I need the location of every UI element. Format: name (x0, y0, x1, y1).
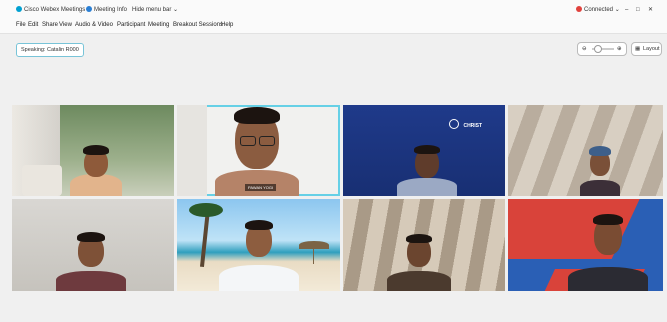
speaking-indicator: Speaking: Catalin R000 (16, 43, 84, 57)
menu-share[interactable]: Share (42, 22, 58, 28)
umbrella-pole (313, 248, 314, 264)
participant (207, 105, 307, 196)
menu-participant[interactable]: Participant (117, 22, 145, 28)
umbrella (299, 241, 329, 249)
video-tile[interactable] (12, 199, 174, 291)
video-tile[interactable] (508, 199, 663, 291)
minimize-icon[interactable]: – (625, 5, 628, 15)
logo-text: CHRIST (463, 123, 483, 129)
participant (219, 219, 299, 291)
participant (56, 231, 126, 291)
hide-menu-bar-tab[interactable]: Hide menu bar ⌄ (132, 5, 178, 15)
video-tile[interactable]: CHRIST (343, 105, 505, 196)
zoom-out-icon[interactable]: ⊖ (582, 43, 587, 55)
palm-trunk (199, 208, 211, 268)
layout-button[interactable]: ▦ Layout (631, 42, 662, 56)
participant (397, 144, 457, 196)
zoom-slider-thumb[interactable] (594, 45, 602, 53)
app-tab[interactable]: Cisco Webex Meetings (16, 5, 85, 15)
webex-logo-icon (16, 6, 22, 12)
menu-meeting[interactable]: Meeting (148, 22, 169, 28)
menu-bar: File Edit Share View Audio & Video Parti… (0, 20, 667, 34)
participant (580, 146, 620, 196)
layout-label: Layout (643, 46, 660, 52)
video-tile[interactable] (177, 199, 340, 291)
video-tile-active-speaker[interactable]: PAWAN YOGI (177, 105, 340, 196)
menu-breakout-sessions[interactable]: Breakout Sessions (173, 22, 223, 28)
video-tile[interactable] (12, 105, 174, 196)
wall (177, 105, 207, 196)
app-title: Cisco Webex Meetings (24, 7, 86, 13)
info-icon (86, 6, 92, 12)
close-icon[interactable]: ✕ (648, 5, 653, 15)
connected-label: Connected (584, 7, 614, 13)
participant (70, 141, 122, 196)
menu-help[interactable]: Help (221, 22, 233, 28)
palm-leaves (189, 203, 223, 217)
meeting-info-label: Meeting Info (94, 7, 128, 13)
video-tile[interactable] (508, 105, 663, 196)
crest-icon (449, 119, 459, 129)
chevron-down-icon: ⌄ (614, 7, 620, 13)
maximize-icon[interactable]: □ (636, 5, 640, 15)
participant (568, 213, 648, 291)
christ-logo: CHRIST (449, 114, 482, 132)
menu-file[interactable]: File (16, 22, 26, 28)
hide-menu-bar-label: Hide menu bar (132, 7, 172, 13)
grid-icon: ▦ (635, 46, 641, 52)
sofa (22, 165, 62, 196)
connected-icon (576, 6, 582, 12)
meeting-info-tab[interactable]: Meeting Info (86, 5, 127, 15)
video-grid: PAWAN YOGI CHRIST (12, 105, 663, 291)
menu-edit[interactable]: Edit (28, 22, 38, 28)
video-tile[interactable] (343, 199, 505, 291)
menu-audio-video[interactable]: Audio & Video (75, 22, 113, 28)
zoom-in-icon[interactable]: ⊕ (617, 43, 622, 55)
participant-name: PAWAN YOGI (245, 184, 277, 191)
participant (387, 231, 451, 291)
chevron-down-icon: ⌄ (173, 7, 179, 13)
title-bar: Cisco Webex Meetings Meeting Info Hide m… (0, 0, 667, 20)
zoom-control[interactable]: ⊖ ⊕ (577, 42, 627, 56)
menu-view[interactable]: View (59, 22, 72, 28)
connection-status[interactable]: Connected ⌄ (576, 5, 620, 15)
